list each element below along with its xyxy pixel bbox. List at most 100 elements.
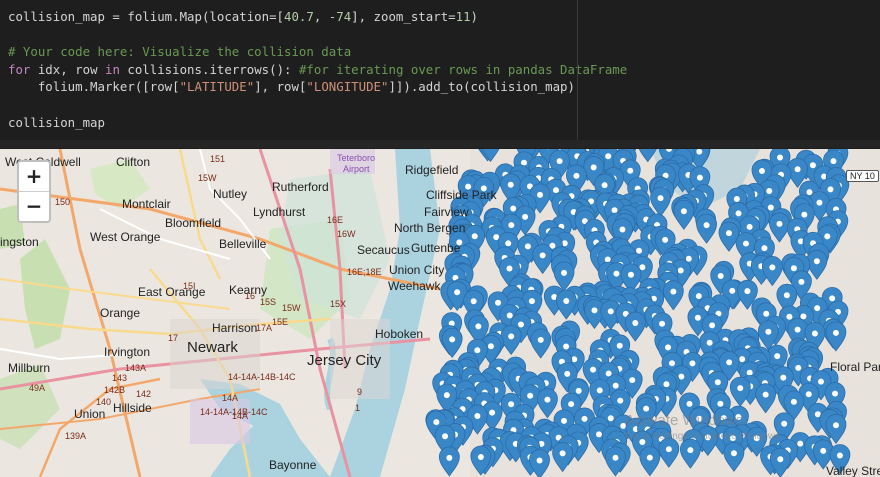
- marker-dot: [685, 255, 692, 262]
- map-label: Secaucus: [357, 243, 410, 257]
- code-cell[interactable]: ↑ ↓ ⌂ ▭ ⧉ + ▪ collision_map = folium.Map…: [0, 0, 880, 140]
- marker-dot: [508, 333, 515, 340]
- marker-dot: [783, 292, 790, 299]
- marker-dot: [528, 298, 535, 305]
- marker-dot: [495, 299, 502, 306]
- marker-dot: [797, 440, 804, 447]
- marker-dot: [735, 210, 742, 217]
- marker-dot: [517, 321, 524, 328]
- marker-dot: [507, 181, 514, 188]
- marker-dot: [795, 364, 802, 371]
- marker-dot: [665, 446, 672, 453]
- marker-dot: [669, 360, 676, 367]
- highway-shield: NY 10: [846, 170, 879, 182]
- move-down-icon[interactable]: ↓: [764, 0, 776, 4]
- marker-dot: [777, 154, 784, 161]
- marker-dot: [477, 454, 484, 461]
- marker-dot: [726, 359, 733, 366]
- map-label: North Bergen: [394, 221, 466, 235]
- marker-dot: [612, 382, 619, 389]
- map-label: West Orange: [90, 230, 161, 244]
- road-label: 140: [96, 397, 112, 407]
- marker-dot: [506, 265, 513, 272]
- road-label: 15X: [330, 299, 347, 309]
- map-label: Weehawk: [388, 279, 441, 293]
- marker-dot: [758, 167, 765, 174]
- map-label: Belleville: [219, 237, 267, 251]
- zoom-in-button[interactable]: +: [19, 162, 49, 192]
- marker-dot: [475, 323, 482, 330]
- map-label: Valley Stream: [826, 464, 880, 477]
- marker-dot: [677, 267, 684, 274]
- road-label: 16E: [327, 215, 344, 225]
- marker-dot: [694, 314, 701, 321]
- code-editor[interactable]: collision_map = folium.Map(location=[40.…: [8, 8, 627, 131]
- road-label: 16E;18E: [347, 267, 382, 277]
- marker-dot: [765, 328, 772, 335]
- cell-divider: [577, 0, 578, 140]
- marker-dot: [627, 167, 634, 174]
- marker-dot: [581, 415, 588, 422]
- comment-icon[interactable]: ▭: [800, 0, 812, 4]
- add-icon[interactable]: +: [836, 0, 848, 4]
- marker-dot: [746, 223, 753, 230]
- road-label: 15E: [272, 317, 289, 327]
- marker-dot: [665, 344, 672, 351]
- marker-dot: [794, 166, 801, 173]
- marker-dot: [769, 264, 776, 271]
- marker-dot: [470, 298, 477, 305]
- move-up-icon[interactable]: ↑: [746, 0, 758, 4]
- lock-icon[interactable]: ⌂: [782, 0, 794, 4]
- marker-dot: [536, 457, 543, 464]
- marker-dot: [524, 243, 531, 250]
- map-label: ingston: [0, 235, 39, 249]
- marker-dot: [575, 387, 582, 394]
- marker-dot: [781, 420, 788, 427]
- marker-dot: [725, 230, 732, 237]
- marker-dot: [761, 245, 768, 252]
- road-label: 1: [355, 403, 361, 413]
- marker-dot: [820, 447, 827, 454]
- marker-dot: [564, 370, 571, 377]
- marker-dot: [830, 158, 837, 165]
- marker-dot: [794, 326, 801, 333]
- marker-dot: [806, 189, 813, 196]
- marker-dot: [433, 419, 440, 426]
- marker-dot: [814, 305, 821, 312]
- zoom-out-button[interactable]: −: [19, 192, 49, 221]
- zoom-control: + −: [17, 160, 51, 223]
- marker-dot: [643, 405, 650, 412]
- marker-dot: [706, 339, 713, 346]
- road-label: 151: [210, 154, 226, 164]
- marker-dot: [616, 342, 623, 349]
- marker-dot: [809, 162, 816, 169]
- road-label: 17A: [256, 323, 273, 333]
- marker-dot: [561, 417, 568, 424]
- map-label: Teterboro: [337, 153, 376, 163]
- marker-dot: [506, 312, 513, 319]
- marker-dot: [774, 353, 781, 360]
- delete-icon[interactable]: ▪: [854, 0, 866, 4]
- marker-dot: [836, 452, 843, 459]
- marker-dot: [591, 307, 598, 314]
- road-label: 139A: [65, 431, 87, 441]
- marker-dot: [687, 447, 694, 454]
- map-label: Millburn: [8, 361, 51, 375]
- road-label: 17: [168, 333, 179, 343]
- marker-dot: [680, 208, 687, 215]
- marker-dot: [632, 320, 639, 327]
- marker-dot: [689, 360, 696, 367]
- map-label: Harrison: [212, 321, 258, 335]
- marker-dot: [568, 401, 575, 408]
- map-label: Fairview: [424, 205, 469, 219]
- marker-dot: [832, 390, 839, 397]
- marker-dot: [442, 433, 449, 440]
- map-label: Clifton: [116, 155, 151, 169]
- copy-icon[interactable]: ⧉: [818, 0, 830, 4]
- marker-dot: [527, 392, 534, 399]
- marker-dot: [776, 220, 783, 227]
- marker-dot: [627, 271, 634, 278]
- marker-dot: [832, 329, 839, 336]
- folium-map[interactable]: West Caldwell Clifton Rutherford Ridgefi…: [0, 149, 880, 477]
- marker-dot: [767, 204, 774, 211]
